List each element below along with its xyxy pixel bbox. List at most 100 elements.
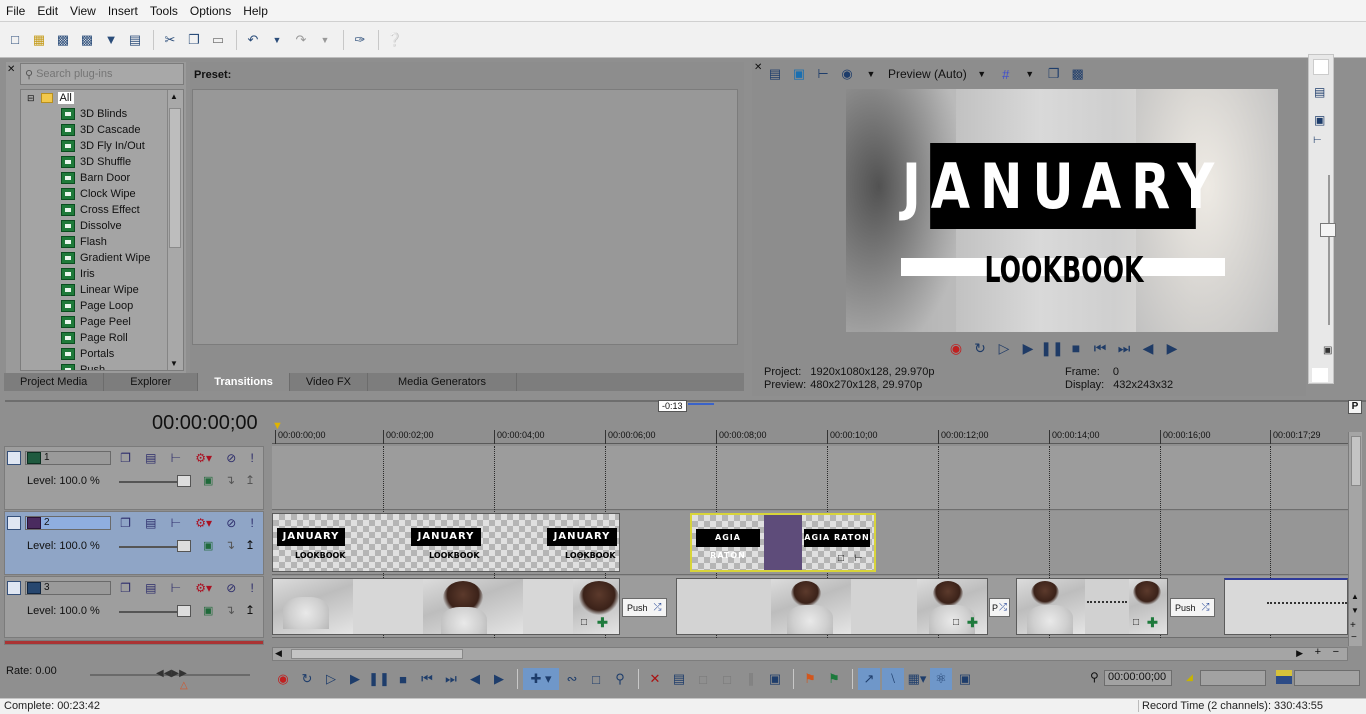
scroll-thumb[interactable]: [291, 649, 463, 659]
resize-handle[interactable]: [1312, 368, 1328, 382]
dropdown-icon[interactable]: ▼: [1019, 63, 1041, 85]
tree-scrollbar[interactable]: ▲ ▼: [167, 90, 183, 370]
selection-start-field[interactable]: [1200, 670, 1266, 686]
transition-push[interactable]: Push ⤮: [1170, 598, 1215, 617]
plugin-item[interactable]: 3D Shuffle: [21, 154, 183, 170]
event-fx-icon[interactable]: ⊢: [854, 553, 863, 564]
next-frame-icon[interactable]: ▶: [488, 668, 510, 690]
save-icon[interactable]: ▩: [52, 29, 74, 51]
composite-child-icon[interactable]: ↴: [225, 538, 235, 552]
plugin-item[interactable]: Dissolve: [21, 218, 183, 234]
title-clip-selected[interactable]: AGIA RATON AGIA RATON □ ⊢: [690, 513, 876, 572]
composite-mode-icon[interactable]: ❐: [120, 581, 131, 595]
trim-end-icon[interactable]: □: [716, 668, 738, 690]
go-to-start-icon[interactable]: ⏮: [416, 668, 438, 690]
record-icon[interactable]: ◉: [272, 668, 294, 690]
zoom-in-icon[interactable]: +: [1315, 646, 1321, 658]
preview-fx-icon[interactable]: ◉: [836, 63, 858, 85]
properties-icon[interactable]: ▤: [124, 29, 146, 51]
undo-dropdown-icon[interactable]: ▼: [266, 29, 288, 51]
save-as-icon[interactable]: ▩: [76, 29, 98, 51]
solo-icon[interactable]: !: [251, 451, 254, 465]
zoom-out-icon[interactable]: −: [1333, 646, 1339, 658]
video-clip[interactable]: [1224, 578, 1348, 635]
add-fx-icon[interactable]: ✚: [1147, 615, 1158, 631]
fit-icon[interactable]: ▣: [1314, 113, 1325, 127]
track-minimize-icon[interactable]: [7, 451, 21, 465]
track-minimize-icon[interactable]: [7, 516, 21, 530]
redo-dropdown-icon[interactable]: ▼: [314, 29, 336, 51]
snap-icon[interactable]: [1313, 59, 1329, 75]
composite-parent-icon[interactable]: ↥: [245, 473, 255, 487]
scroll-down-icon[interactable]: ▼: [1351, 606, 1359, 615]
selection-tool-icon[interactable]: □: [585, 668, 607, 690]
transition-push[interactable]: P ⤮: [989, 598, 1011, 617]
search-input[interactable]: [36, 68, 167, 80]
normal-edit-tool-icon[interactable]: ✚ ▾: [523, 668, 559, 690]
external-monitor-icon[interactable]: ▣: [788, 63, 810, 85]
insert-region-icon[interactable]: ⚑: [823, 668, 845, 690]
plugin-item[interactable]: Page Loop: [21, 298, 183, 314]
plugin-item[interactable]: Flash: [21, 234, 183, 250]
new-icon[interactable]: □: [4, 29, 26, 51]
paste-icon[interactable]: ▭: [207, 29, 229, 51]
pause-icon[interactable]: ❚❚: [368, 668, 390, 690]
dropdown-icon[interactable]: ▼: [971, 63, 993, 85]
composite-mode-icon[interactable]: ❐: [120, 451, 131, 465]
plugin-item[interactable]: Page Roll: [21, 330, 183, 346]
cut-icon[interactable]: ✂: [159, 29, 181, 51]
marker-toggle-icon[interactable]: P: [1348, 400, 1362, 414]
mute-icon[interactable]: ⊘: [226, 581, 236, 595]
go-to-start-icon[interactable]: ⏮: [1088, 340, 1112, 357]
zoom-tool-icon[interactable]: ⚲: [609, 668, 631, 690]
scroll-right-icon[interactable]: ▶: [1296, 648, 1303, 659]
compositing-icon[interactable]: ▣: [203, 539, 213, 552]
loop-icon[interactable]: ↻: [296, 668, 318, 690]
menu-tools[interactable]: Tools: [144, 4, 184, 18]
zoom-slider-knob[interactable]: [1320, 223, 1336, 237]
solo-icon[interactable]: !: [251, 516, 254, 530]
menu-edit[interactable]: Edit: [31, 4, 64, 18]
preset-list[interactable]: [192, 89, 738, 345]
menu-file[interactable]: File: [0, 4, 31, 18]
pan-crop-icon[interactable]: □: [581, 617, 587, 628]
stop-icon[interactable]: ■: [1064, 340, 1088, 356]
fx-icon[interactable]: ⚙▾: [195, 516, 212, 530]
lock-icon[interactable]: ▣: [1323, 345, 1332, 356]
composite-mode-icon[interactable]: ❐: [120, 516, 131, 530]
loop-region-marker[interactable]: -0:13: [658, 400, 687, 412]
level-slider-knob[interactable]: [177, 475, 191, 487]
mute-icon[interactable]: ⊘: [226, 451, 236, 465]
menu-help[interactable]: Help: [237, 4, 274, 18]
scroll-down-icon[interactable]: ▼: [170, 359, 178, 368]
lock-icon[interactable]: ▣: [764, 668, 786, 690]
menu-options[interactable]: Options: [184, 4, 237, 18]
add-fx-icon[interactable]: ✚: [967, 615, 978, 631]
plugin-item[interactable]: Linear Wipe: [21, 282, 183, 298]
composite-parent-icon[interactable]: ↥: [245, 538, 255, 552]
play-icon[interactable]: ▶: [344, 668, 366, 690]
plugin-item[interactable]: 3D Blinds: [21, 106, 183, 122]
loop-icon[interactable]: ↻: [968, 340, 992, 357]
tab-project-media[interactable]: Project Media: [4, 373, 105, 391]
plugin-item[interactable]: Gradient Wipe: [21, 250, 183, 266]
selection-length-field[interactable]: [1294, 670, 1360, 686]
ignore-grouping-icon[interactable]: ▣: [954, 668, 976, 690]
timecode-display[interactable]: 00:00:00;00: [152, 412, 258, 435]
tab-explorer[interactable]: Explorer: [104, 373, 199, 391]
pause-icon[interactable]: ❚❚: [1040, 340, 1064, 357]
add-fx-icon[interactable]: ✚: [597, 615, 608, 631]
play-from-start-icon[interactable]: ▷: [992, 340, 1016, 357]
auto-crossfade-icon[interactable]: ⧵: [882, 668, 904, 690]
scroll-up-icon[interactable]: ▲: [1351, 592, 1359, 601]
zoom-in-icon[interactable]: +: [1350, 620, 1356, 631]
snapping-icon[interactable]: ▦▾: [906, 668, 928, 690]
timeline-ruler[interactable]: 00:00:00;00 00:00:02;00 00:00:04;00 00:00:0…: [272, 428, 1348, 444]
composite-parent-icon[interactable]: ↥: [245, 603, 255, 617]
track-header-4[interactable]: [4, 640, 264, 645]
motion-icon[interactable]: ⊢: [171, 451, 181, 465]
parent-icon[interactable]: ▤: [145, 581, 156, 595]
compositing-icon[interactable]: ▣: [203, 474, 213, 487]
track-minimize-icon[interactable]: [7, 581, 21, 595]
dropdown-icon[interactable]: ▼: [860, 63, 882, 85]
